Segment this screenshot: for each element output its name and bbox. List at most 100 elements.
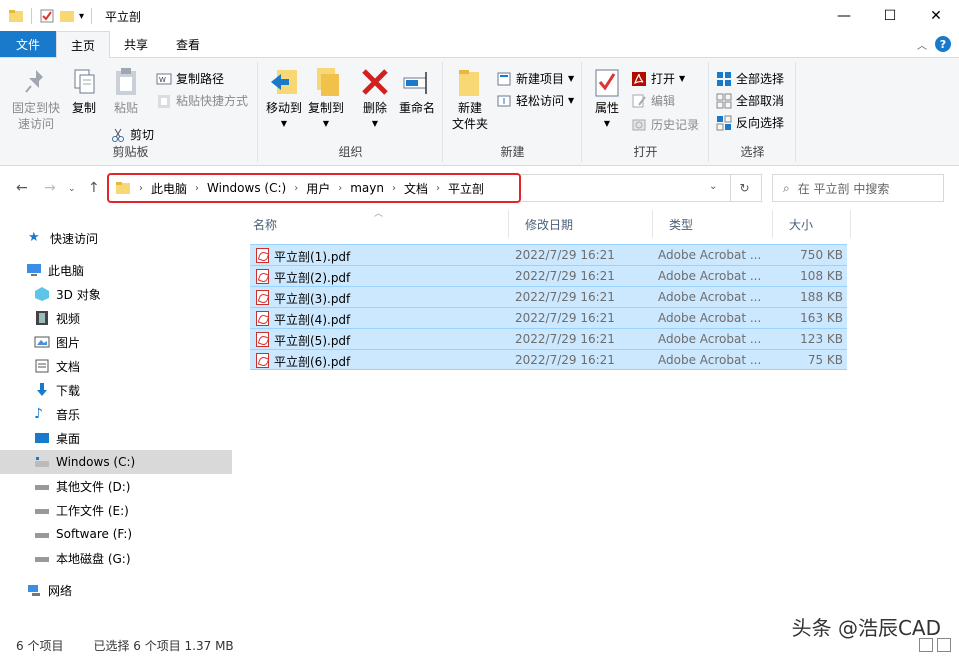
pin-quick-access-button[interactable]: 固定到快 速访问 — [8, 66, 64, 132]
rename-button[interactable]: 重命名 — [395, 66, 439, 116]
nav-drive-g[interactable]: 本地磁盘 (G:) — [0, 546, 232, 570]
open-button[interactable]: 打开 ▼ — [631, 70, 685, 87]
edit-button[interactable]: 编辑 — [631, 92, 675, 109]
nav-drive-f-label: Software (F:) — [56, 527, 133, 541]
cut-button[interactable]: 剪切 — [110, 126, 154, 143]
file-type: Adobe Acrobat ... — [658, 269, 762, 283]
history-button[interactable]: 历史记录 — [631, 116, 699, 133]
nav-videos-label: 视频 — [56, 311, 81, 326]
copy-to-button[interactable]: 复制到 ▼ — [305, 66, 347, 132]
select-none-button[interactable]: 全部取消 — [716, 92, 784, 109]
column-header-name[interactable]: 名称 — [237, 210, 509, 238]
properties-label: 属性 — [594, 101, 619, 115]
open-dropdown-icon: ▼ — [679, 74, 686, 83]
nav-drive-d[interactable]: 其他文件 (D:) — [0, 474, 232, 498]
file-row[interactable]: 平立剖(1).pdf 2022/7/29 16:21 Adobe Acrobat… — [250, 244, 847, 265]
nav-drive-f[interactable]: Software (F:) — [0, 522, 232, 546]
file-row[interactable]: 平立剖(4).pdf 2022/7/29 16:21 Adobe Acrobat… — [250, 307, 847, 328]
nav-this-pc[interactable]: 此电脑 — [0, 258, 232, 282]
refresh-icon[interactable]: ↻ — [730, 174, 758, 202]
tab-share[interactable]: 共享 — [110, 31, 162, 57]
pdf-file-icon — [256, 269, 269, 284]
new-folder-icon[interactable] — [59, 8, 75, 24]
nav-quick-access[interactable]: ★ 快速访问 — [0, 226, 232, 250]
nav-drive-e-label: 工作文件 (E:) — [56, 503, 129, 518]
new-folder-button[interactable]: 新建 文件夹 — [448, 66, 492, 132]
ribbon-tabs: 文件 主页 共享 查看 ︿ ? — [0, 31, 959, 58]
pdf-file-icon — [256, 290, 269, 305]
nav-videos[interactable]: 视频 — [0, 306, 232, 330]
select-none-label: 全部取消 — [736, 94, 785, 108]
nav-pictures-label: 图片 — [56, 335, 81, 350]
nav-drive-c[interactable]: Windows (C:) — [0, 450, 232, 474]
customize-qat-icon[interactable]: ▾ — [79, 11, 84, 22]
copy-to-dropdown-icon: ▼ — [322, 119, 330, 128]
up-arrow-icon[interactable]: ↑ — [88, 180, 100, 196]
quick-access-toolbar: ▾ — [0, 8, 95, 24]
copy-button[interactable]: 复制 — [64, 66, 104, 116]
address-row: ← → ⌄ ↑ › 此电脑 › Windows (C:) › 用户 › mayn… — [0, 166, 959, 210]
move-to-button[interactable]: 移动到 ▼ — [263, 66, 305, 132]
minimize-button[interactable]: — — [821, 0, 867, 32]
new-group: 新建 文件夹 新建项目 ▼ 轻松访问 ▼ 新建 — [444, 62, 582, 162]
nav-music[interactable]: ♪ 音乐 — [0, 402, 232, 426]
nav-pictures[interactable]: 图片 — [0, 330, 232, 354]
copy-icon — [74, 69, 95, 94]
music-note-icon: ♪ — [34, 406, 43, 422]
nav-drive-c-label: Windows (C:) — [56, 455, 136, 469]
nav-documents[interactable]: 文档 — [0, 354, 232, 378]
column-name-label: 名称 — [253, 217, 278, 232]
recent-locations-chevron-icon[interactable]: ⌄ — [68, 184, 76, 194]
address-highlight-box — [107, 173, 521, 203]
help-icon[interactable]: ? — [935, 36, 951, 52]
select-all-button[interactable]: 全部选择 — [716, 70, 784, 87]
back-arrow-icon[interactable]: ← — [16, 180, 28, 196]
file-type: Adobe Acrobat ... — [658, 353, 762, 367]
properties-button[interactable]: 属性 ▼ — [589, 66, 625, 132]
nav-downloads[interactable]: 下载 — [0, 378, 232, 402]
file-row[interactable]: 平立剖(2).pdf 2022/7/29 16:21 Adobe Acrobat… — [250, 265, 847, 286]
easy-access-dropdown-icon: ▼ — [568, 96, 575, 105]
column-header-type[interactable]: 类型 — [653, 210, 773, 238]
details-view-icon[interactable] — [919, 638, 933, 652]
large-icons-view-icon[interactable] — [937, 638, 951, 652]
file-row[interactable]: 平立剖(3).pdf 2022/7/29 16:21 Adobe Acrobat… — [250, 286, 847, 307]
close-button[interactable]: ✕ — [913, 0, 959, 32]
properties-icon[interactable] — [39, 8, 55, 24]
paste-button[interactable]: 粘贴 — [106, 66, 146, 116]
paste-shortcut-button[interactable]: 粘贴快捷方式 — [156, 92, 248, 109]
view-switcher — [919, 638, 951, 652]
file-row[interactable]: 平立剖(5).pdf 2022/7/29 16:21 Adobe Acrobat… — [250, 328, 847, 349]
nav-desktop[interactable]: 桌面 — [0, 426, 232, 450]
delete-button[interactable]: 删除 ▼ — [355, 66, 395, 132]
properties-dropdown-icon: ▼ — [603, 119, 611, 128]
expand-ribbon-icon[interactable]: ︿ — [917, 37, 927, 52]
cube-3d-icon — [35, 287, 49, 301]
invert-selection-button[interactable]: 反向选择 — [716, 114, 784, 131]
nav-3d-objects[interactable]: 3D 对象 — [0, 282, 232, 306]
tab-home[interactable]: 主页 — [56, 31, 111, 58]
new-group-label: 新建 — [500, 145, 525, 159]
search-box[interactable]: ⌕ 在 平立剖 中搜索 — [772, 174, 944, 202]
new-item-button[interactable]: 新建项目 ▼ — [496, 70, 574, 87]
nav-network[interactable]: 网络 — [0, 578, 232, 602]
address-history-chevron-icon[interactable]: ⌄ — [709, 181, 717, 192]
nav-drive-e[interactable]: 工作文件 (E:) — [0, 498, 232, 522]
acrobat-icon — [632, 71, 646, 86]
watermark: 头条 @浩辰CAD — [791, 616, 941, 640]
open-group-label: 打开 — [633, 145, 658, 159]
tab-file[interactable]: 文件 — [0, 31, 57, 57]
tab-view[interactable]: 查看 — [162, 31, 214, 57]
clipboard-icon — [116, 68, 136, 95]
file-row[interactable]: 平立剖(6).pdf 2022/7/29 16:21 Adobe Acrobat… — [250, 349, 847, 370]
column-header-size[interactable]: 大小 — [773, 210, 851, 238]
invert-selection-label: 反向选择 — [736, 116, 785, 130]
forward-arrow-icon[interactable]: → — [44, 180, 56, 196]
easy-access-button[interactable]: 轻松访问 ▼ — [496, 92, 574, 109]
drive-icon — [35, 509, 49, 514]
column-header-date[interactable]: 修改日期 — [509, 210, 653, 238]
maximize-button[interactable]: ☐ — [867, 0, 913, 32]
file-type: Adobe Acrobat ... — [658, 332, 762, 346]
copy-path-button[interactable]: W 复制路径 — [156, 70, 224, 87]
paste-shortcut-icon — [158, 94, 170, 108]
